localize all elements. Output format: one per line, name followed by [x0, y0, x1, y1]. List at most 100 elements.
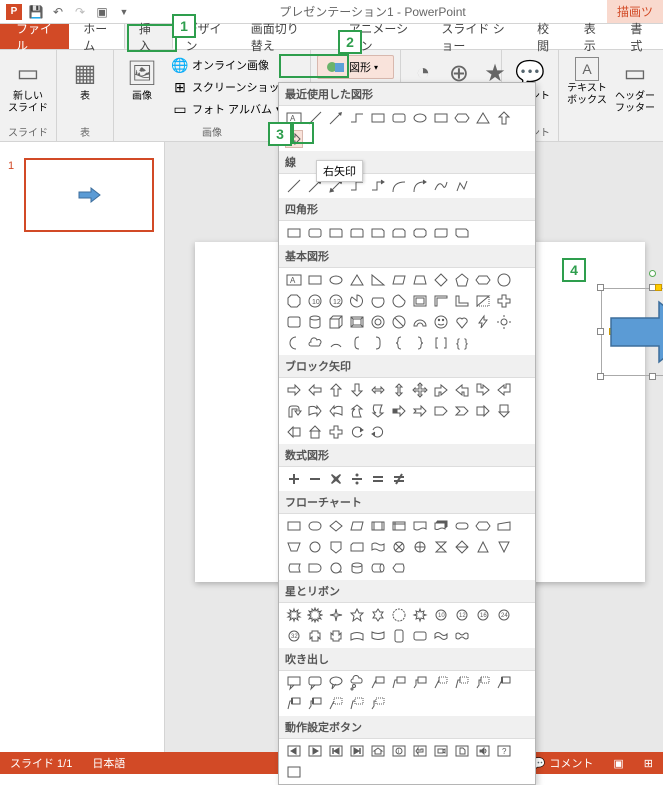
eq-minus[interactable] — [306, 470, 324, 488]
eq-eq[interactable] — [369, 470, 387, 488]
star-10[interactable]: 10 — [432, 606, 450, 624]
shape-triangle[interactable] — [474, 109, 492, 127]
fc-manual-input[interactable] — [495, 517, 513, 535]
shape-up-arrow[interactable] — [495, 109, 513, 127]
fc-process[interactable] — [285, 517, 303, 535]
fc-sum[interactable] — [390, 538, 408, 556]
resize-handle-sw[interactable] — [597, 373, 604, 380]
start-from-beginning-icon[interactable]: ▣ — [94, 4, 110, 20]
action-doc[interactable] — [453, 742, 471, 760]
fc-card[interactable] — [348, 538, 366, 556]
fc-predef[interactable] — [369, 517, 387, 535]
ba-pent[interactable] — [432, 402, 450, 420]
shape-rect2[interactable] — [432, 109, 450, 127]
basic-lshape[interactable] — [453, 292, 471, 310]
fc-internal[interactable] — [390, 517, 408, 535]
fc-extract[interactable] — [474, 538, 492, 556]
shape-oval[interactable] — [411, 109, 429, 127]
basic-rect[interactable] — [306, 271, 324, 289]
rect-5[interactable] — [369, 224, 387, 242]
basic-arc[interactable] — [327, 334, 345, 352]
basic-heart[interactable] — [453, 313, 471, 331]
ba-striped[interactable] — [390, 402, 408, 420]
star-16[interactable]: 16 — [474, 606, 492, 624]
action-return[interactable] — [411, 742, 429, 760]
fc-data[interactable] — [348, 517, 366, 535]
ba-callout-u[interactable] — [306, 423, 324, 441]
basic-cube[interactable] — [327, 313, 345, 331]
resize-handle-s[interactable] — [649, 373, 656, 380]
ba-bent1[interactable] — [432, 381, 450, 399]
ba-callout-d[interactable] — [495, 402, 513, 420]
star-4[interactable] — [327, 606, 345, 624]
basic-tri[interactable] — [348, 271, 366, 289]
action-back[interactable] — [285, 742, 303, 760]
fc-prep[interactable] — [474, 517, 492, 535]
callout-border3[interactable] — [306, 695, 324, 713]
shape-connector[interactable] — [348, 109, 366, 127]
action-home[interactable] — [369, 742, 387, 760]
tab-home[interactable]: ホーム — [69, 24, 125, 49]
ba-left[interactable] — [306, 381, 324, 399]
ba-quad[interactable] — [411, 381, 429, 399]
callout-accent1[interactable] — [432, 674, 450, 692]
callout-border1[interactable] — [495, 674, 513, 692]
basic-block-arc[interactable] — [411, 313, 429, 331]
action-fwd[interactable] — [306, 742, 324, 760]
line-6[interactable] — [390, 177, 408, 195]
shape-line[interactable] — [306, 109, 324, 127]
eq-mult[interactable] — [327, 470, 345, 488]
star-8[interactable] — [411, 606, 429, 624]
ba-down[interactable] — [348, 381, 366, 399]
ba-up[interactable] — [327, 381, 345, 399]
basic-cross[interactable] — [495, 292, 513, 310]
online-images-button[interactable]: 🌐オンライン画像 — [168, 55, 304, 75]
basic-oval[interactable] — [327, 271, 345, 289]
eq-plus[interactable] — [285, 470, 303, 488]
textbox-button[interactable]: Aテキスト ボックス — [565, 53, 609, 141]
tab-file[interactable]: ファイル — [0, 24, 69, 49]
header-footer-button[interactable]: ▭ヘッダー フッター — [613, 53, 657, 141]
line-1[interactable] — [285, 177, 303, 195]
callout-rect[interactable] — [285, 674, 303, 692]
ba-bent4[interactable] — [495, 381, 513, 399]
rect-4[interactable] — [348, 224, 366, 242]
basic-brace2[interactable] — [411, 334, 429, 352]
double-wave[interactable] — [453, 627, 471, 645]
callout-accent2[interactable] — [453, 674, 471, 692]
basic-brace-pair[interactable]: {} — [453, 334, 471, 352]
rotate-handle[interactable] — [649, 270, 656, 277]
ba-circular2[interactable] — [369, 423, 387, 441]
star-7[interactable] — [390, 606, 408, 624]
basic-hex[interactable] — [474, 271, 492, 289]
action-info[interactable]: i — [390, 742, 408, 760]
ba-lr[interactable] — [369, 381, 387, 399]
rect-8[interactable] — [432, 224, 450, 242]
ba-curved-d[interactable] — [369, 402, 387, 420]
rect-1[interactable] — [285, 224, 303, 242]
basic-bevel[interactable] — [348, 313, 366, 331]
basic-moon[interactable] — [285, 334, 303, 352]
fc-tape[interactable] — [369, 538, 387, 556]
shape-hexagon[interactable] — [453, 109, 471, 127]
status-comments[interactable]: 💬 コメント — [532, 755, 594, 771]
fc-alt[interactable] — [306, 517, 324, 535]
tab-animations[interactable]: アニメーション — [321, 24, 428, 49]
star-explosion1[interactable] — [285, 606, 303, 624]
line-5[interactable] — [369, 177, 387, 195]
ribbon-curved-up[interactable] — [348, 627, 366, 645]
tab-view[interactable]: 表示 — [570, 24, 617, 49]
fc-offpage[interactable] — [327, 538, 345, 556]
fc-delay[interactable] — [306, 559, 324, 577]
basic-noentry[interactable] — [390, 313, 408, 331]
resize-handle-nw[interactable] — [597, 284, 604, 291]
basic-bracket-pair[interactable] — [432, 334, 450, 352]
ba-curved-u[interactable] — [348, 402, 366, 420]
ribbon-up[interactable] — [306, 627, 324, 645]
eq-neq[interactable] — [390, 470, 408, 488]
basic-oct[interactable] — [285, 292, 303, 310]
shapes-dropdown[interactable]: 図形 ▾ — [317, 55, 394, 79]
ribbon-down[interactable] — [327, 627, 345, 645]
fc-magnetic[interactable] — [348, 559, 366, 577]
fc-stored[interactable] — [285, 559, 303, 577]
